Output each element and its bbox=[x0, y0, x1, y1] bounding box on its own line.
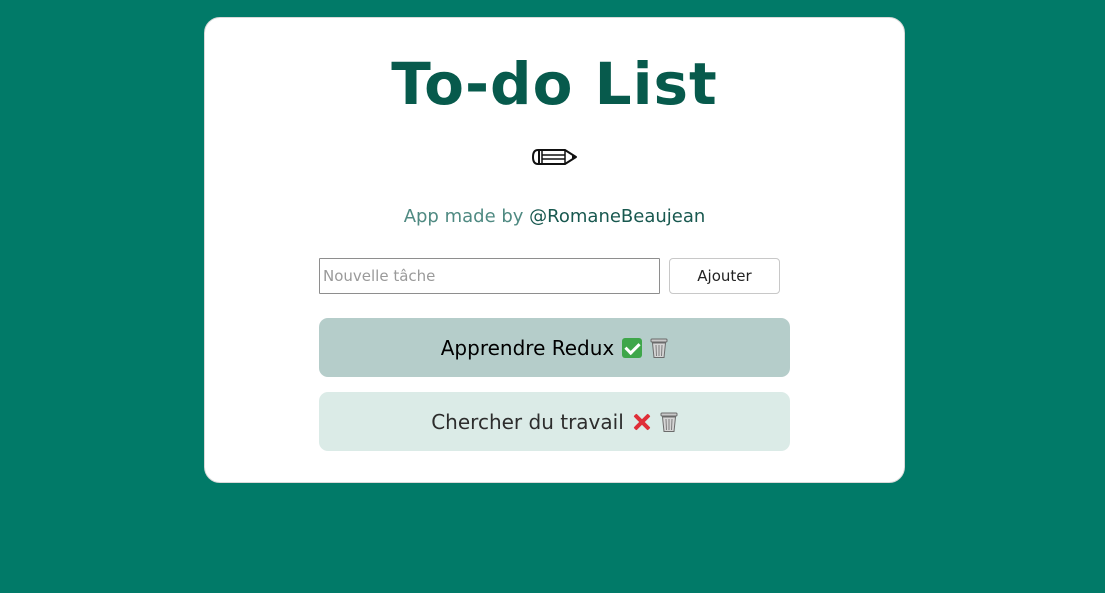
author-handle: @RomaneBeaujean bbox=[529, 206, 706, 227]
task-label: Apprendre Redux bbox=[440, 335, 615, 360]
task-label: Chercher du travail bbox=[431, 409, 624, 434]
task-item-done[interactable]: Apprendre Redux bbox=[319, 318, 790, 377]
todo-card: To-do List App made by @RomaneBeaujean A… bbox=[204, 17, 905, 483]
cross-mark-icon[interactable] bbox=[632, 412, 652, 432]
credit-line: App made by @RomaneBeaujean bbox=[205, 206, 904, 227]
trash-icon[interactable] bbox=[650, 337, 668, 359]
check-mark-icon[interactable] bbox=[622, 337, 643, 358]
new-task-input[interactable] bbox=[319, 258, 660, 294]
pencil-icon bbox=[532, 145, 578, 169]
task-item-pending[interactable]: Chercher du travail bbox=[319, 392, 790, 451]
page-title: To-do List bbox=[391, 50, 718, 118]
trash-icon[interactable] bbox=[660, 411, 678, 433]
add-task-button[interactable]: Ajouter bbox=[669, 258, 780, 294]
credit-prefix: App made by bbox=[403, 206, 530, 227]
